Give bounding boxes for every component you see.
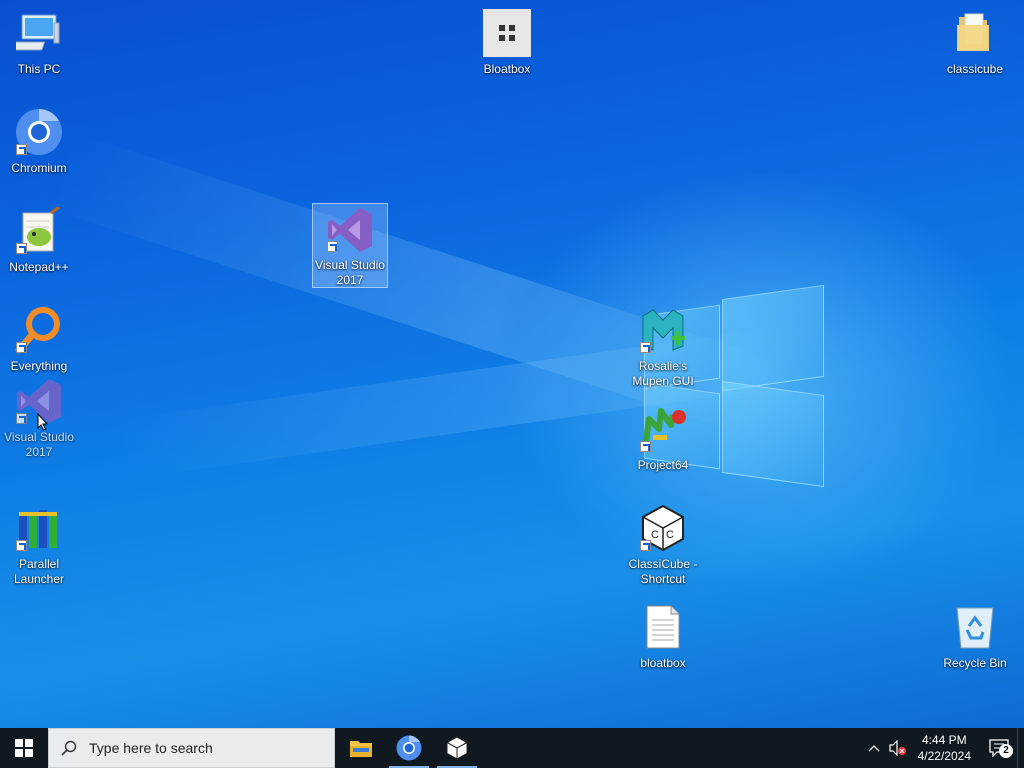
- show-desktop-button[interactable]: [1017, 728, 1024, 768]
- taskbar-search-box[interactable]: Type here to search: [48, 728, 335, 768]
- shortcut-arrow-icon: [327, 241, 338, 252]
- clock-time: 4:44 PM: [921, 733, 967, 747]
- start-button[interactable]: [0, 728, 48, 768]
- computer-icon: [14, 8, 64, 58]
- action-center-button[interactable]: 2: [981, 728, 1017, 768]
- desktop-icon-bloatbox[interactable]: Bloatbox: [469, 6, 545, 77]
- desktop-icon-classicube-shortcut[interactable]: C C ClassiCube - Shortcut: [625, 501, 701, 587]
- icon-label: Visual Studio 2017: [4, 430, 74, 459]
- folder-icon: [950, 8, 1000, 58]
- icon-label: classicube: [946, 62, 1004, 76]
- classicube-icon: [446, 736, 468, 760]
- shortcut-arrow-icon: [16, 243, 27, 254]
- svg-text:C: C: [651, 529, 659, 541]
- icon-label: Notepad++: [9, 260, 69, 274]
- icon-label: Visual Studio 2017: [315, 258, 385, 287]
- icon-label: ClassiCube - Shortcut: [628, 557, 698, 586]
- mupen-icon: [638, 305, 688, 355]
- recycle-bin-icon: [950, 602, 1000, 652]
- parallel-launcher-icon: [14, 503, 64, 553]
- everything-search-icon: [14, 305, 64, 355]
- desktop-icon-recycle-bin[interactable]: Recycle Bin: [937, 600, 1013, 671]
- taskbar-clock[interactable]: 4:44 PM 4/22/2024: [910, 732, 981, 764]
- shortcut-arrow-icon: [16, 144, 27, 155]
- svg-text:C: C: [666, 529, 674, 541]
- clock-date: 4/22/2024: [917, 749, 971, 763]
- search-placeholder: Type here to search: [89, 740, 213, 756]
- show-hidden-icons-button[interactable]: [862, 728, 886, 768]
- chromium-icon: [396, 735, 422, 761]
- classicube-icon: C C: [638, 503, 688, 553]
- desktop-icon-chromium[interactable]: Chromium: [1, 105, 77, 176]
- icon-label: Everything: [10, 359, 68, 373]
- shortcut-arrow-icon: [16, 413, 27, 424]
- search-icon: [61, 740, 77, 756]
- shortcut-arrow-icon: [640, 441, 651, 452]
- desktop-icon-parallel-launcher[interactable]: Parallel Launcher: [1, 501, 77, 587]
- volume-button[interactable]: [886, 728, 910, 768]
- desktop-icon-everything[interactable]: Everything: [1, 303, 77, 374]
- desktop-icon-project64[interactable]: Project64: [625, 402, 701, 473]
- icon-label: This PC: [17, 62, 61, 76]
- chevron-up-icon: [868, 745, 880, 752]
- shortcut-arrow-icon: [640, 342, 651, 353]
- taskbar-classicube[interactable]: [433, 728, 481, 768]
- desktop-icon-rosalies-mupen[interactable]: Rosalie's Mupen GUI: [625, 303, 701, 389]
- icon-label: Chromium: [11, 161, 67, 175]
- icon-label: Parallel Launcher: [13, 557, 65, 586]
- windows-start-icon: [15, 739, 33, 757]
- file-explorer-icon: [350, 741, 372, 757]
- icon-label: Rosalie's Mupen GUI: [632, 359, 694, 388]
- visual-studio-icon: [325, 206, 375, 254]
- icon-label: Recycle Bin: [943, 656, 1007, 670]
- text-file-icon: [638, 602, 688, 652]
- taskbar-file-explorer[interactable]: [337, 728, 385, 768]
- notification-count-badge: 2: [999, 744, 1013, 758]
- desktop-icon-classicube-folder[interactable]: classicube: [937, 6, 1013, 77]
- chromium-icon: [14, 107, 64, 157]
- system-tray: 4:44 PM 4/22/2024 2: [862, 728, 1024, 768]
- desktop[interactable]: This PC Bloatbox classicube Chromium Not…: [0, 0, 1024, 728]
- icon-label: bloatbox: [640, 656, 686, 670]
- desktop-icon-notepadpp[interactable]: Notepad++: [1, 204, 77, 275]
- notepadpp-icon: [14, 206, 64, 256]
- shortcut-arrow-icon: [16, 540, 27, 551]
- desktop-icon-bloatbox-file[interactable]: bloatbox: [625, 600, 701, 671]
- taskbar: Type here to search 4:44 PM 4/22/2024 2: [0, 728, 1024, 768]
- volume-muted-icon: [889, 740, 906, 756]
- taskbar-chromium[interactable]: [385, 728, 433, 768]
- shortcut-arrow-icon: [16, 342, 27, 353]
- desktop-icon-this-pc[interactable]: This PC: [1, 6, 77, 77]
- bloatbox-icon: [482, 8, 532, 58]
- project64-icon: [638, 404, 688, 454]
- mouse-cursor-icon: [37, 413, 49, 431]
- icon-label: Bloatbox: [483, 62, 531, 76]
- desktop-icon-visual-studio-selected[interactable]: Visual Studio 2017: [312, 203, 388, 288]
- shortcut-arrow-icon: [640, 540, 651, 551]
- icon-label: Project64: [637, 458, 689, 472]
